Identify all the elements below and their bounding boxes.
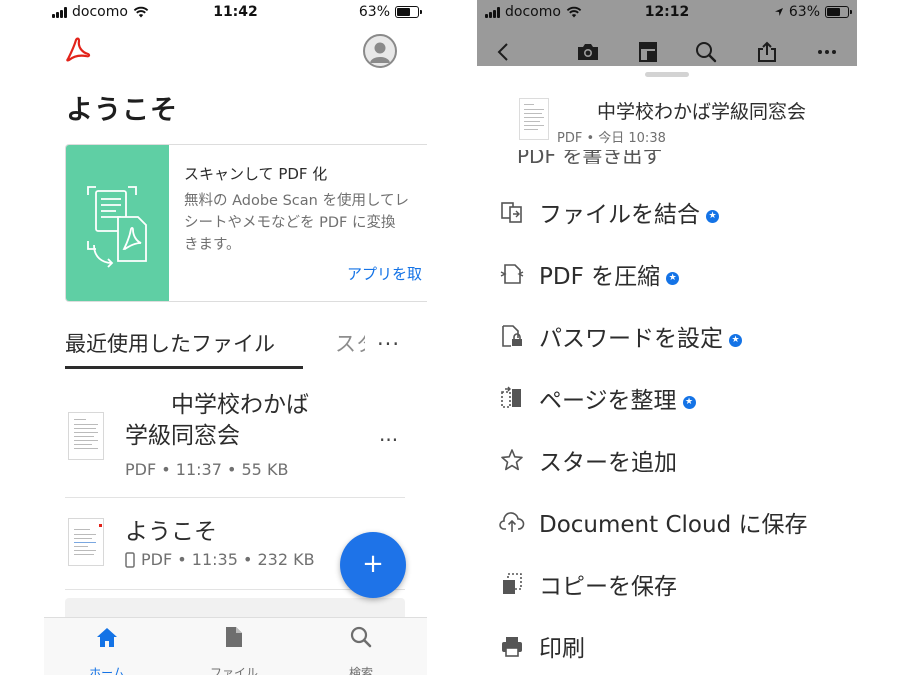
more-icon: [818, 50, 836, 54]
status-bar: docomo 11:42 63%: [44, 0, 427, 24]
cloud-upload-icon: [499, 512, 525, 532]
file-meta: PDF • 11:35 • 232 KB: [125, 550, 315, 569]
menu-item-save-to-cloud[interactable]: Document Cloud に保存: [497, 502, 837, 542]
nav-home[interactable]: ホーム: [62, 626, 152, 675]
menu-item-partial[interactable]: PDF を書き出す: [497, 150, 837, 164]
battery-percent: 63%: [358, 4, 390, 20]
premium-badge-icon: ★: [682, 395, 696, 409]
user-avatar-icon: [370, 42, 390, 63]
menu-item-print[interactable]: 印刷: [497, 626, 837, 666]
menu-item-label: PDF を圧縮: [539, 264, 661, 290]
camera-icon: [578, 44, 598, 60]
battery: 63%: [774, 4, 852, 20]
nav-files[interactable]: ファイル: [189, 626, 279, 675]
file-name: 中学校わかば 学級同窓会: [125, 392, 309, 449]
tab-recent-files[interactable]: 最近使用したファイル: [65, 328, 275, 358]
location-arrow-icon: [774, 8, 783, 16]
menu-item-label: ファイルを結合: [539, 202, 700, 228]
scan-promo-card[interactable]: スキャンして PDF 化 無料の Adobe Scan を使用してレ シートやメ…: [65, 144, 427, 302]
share-icon: [758, 41, 776, 62]
back-button[interactable]: [489, 38, 517, 66]
tabs-more-button[interactable]: ...: [377, 326, 400, 350]
battery: 63%: [358, 4, 422, 20]
get-app-link[interactable]: アプリを取: [347, 263, 422, 284]
nav-search[interactable]: 検索: [316, 626, 406, 675]
menu-item-combine-files[interactable]: ファイルを結合 ★: [497, 192, 837, 232]
menu-item-label: コピーを保存: [539, 574, 677, 600]
compress-pdf-icon: [500, 264, 524, 284]
set-password-icon: [502, 325, 522, 347]
more-button[interactable]: [813, 38, 841, 66]
file-thumbnail: [68, 518, 104, 566]
premium-badge-icon: ★: [666, 271, 680, 285]
camera-button[interactable]: [574, 38, 602, 66]
document-actions-screen: docomo 12:12 63% 中学校わかば学級同窓会 PDF • 今日 10…: [477, 0, 857, 675]
avatar[interactable]: [363, 34, 397, 68]
menu-item-set-password[interactable]: パスワードを設定 ★: [497, 316, 837, 356]
menu-item-label: パスワードを設定: [539, 326, 723, 352]
panel-icon: [639, 42, 657, 62]
file-thumbnail: [68, 412, 104, 460]
document-thumbnail: [519, 98, 549, 140]
star-icon: [501, 449, 523, 471]
scan-to-pdf-icon: [87, 186, 147, 268]
document-title: 中学校わかば学級同窓会: [597, 101, 807, 123]
home-screen: docomo 11:42 63% ようこそ スキャンして PDF 化 無料の A…: [44, 0, 427, 675]
file-icon: [226, 627, 242, 647]
bottom-nav: ホーム ファイル 検索: [44, 617, 427, 675]
file-more-button[interactable]: ...: [379, 422, 398, 446]
scan-card-title: スキャンして PDF 化: [184, 165, 328, 183]
battery-icon: [395, 6, 422, 18]
list-item[interactable]: 中学校わかば 学級同窓会 PDF • 11:37 • 55 KB ...: [65, 388, 405, 498]
file-tabs: 最近使用したファイル スター ...: [65, 322, 427, 372]
menu-item-organize-pages[interactable]: ページを整理 ★: [497, 378, 837, 418]
file-meta-text: PDF • 11:35 • 232 KB: [141, 550, 315, 569]
actions-sheet: 中学校わかば学級同窓会 PDF • 今日 10:38 PDF を書き出す ファイ…: [477, 66, 857, 675]
search-icon: [696, 42, 717, 63]
battery-icon: [825, 6, 852, 18]
scan-illustration: [66, 145, 169, 301]
menu-item-label: ページを整理: [539, 388, 677, 414]
chevron-left-icon: [497, 43, 508, 61]
status-bar: docomo 12:12 63%: [477, 0, 857, 24]
tab-starred[interactable]: スター: [335, 328, 365, 358]
home-icon: [97, 628, 117, 647]
acrobat-logo-icon: [66, 37, 91, 62]
file-name: ようこそ: [125, 519, 217, 545]
menu-item-compress-pdf[interactable]: PDF を圧縮 ★: [497, 254, 837, 294]
save-copy-icon: [503, 573, 522, 594]
premium-badge-icon: ★: [729, 333, 742, 347]
menu-item-label: スターを追加: [539, 450, 677, 476]
battery-percent: 63%: [788, 4, 820, 20]
viewer-toolbar: [477, 38, 857, 66]
menu-item-save-copy[interactable]: コピーを保存: [497, 564, 837, 604]
nav-home-label: ホーム: [89, 666, 125, 675]
menu-item-partial-label: PDF を書き出す: [517, 150, 663, 164]
combine-files-icon: [501, 202, 522, 223]
print-icon: [502, 637, 522, 657]
nav-files-label: ファイル: [209, 666, 258, 675]
panel-button[interactable]: [634, 38, 662, 66]
share-button[interactable]: [753, 38, 781, 66]
document-meta: PDF • 今日 10:38: [557, 131, 666, 146]
mobile-device-icon: [125, 551, 135, 568]
tab-active-indicator: [65, 366, 303, 369]
menu-item-label: 印刷: [539, 636, 585, 662]
premium-badge-icon: ★: [706, 209, 719, 223]
menu-item-add-star[interactable]: スターを追加: [497, 440, 837, 480]
organize-pages-icon: [501, 386, 521, 408]
search-icon: [350, 626, 372, 648]
scan-card-description: 無料の Adobe Scan を使用してレ シートやメモなどを PDF に変換 …: [184, 193, 410, 253]
file-meta: PDF • 11:37 • 55 KB: [125, 460, 289, 479]
search-button[interactable]: [692, 38, 720, 66]
page-title: ようこそ: [66, 95, 178, 126]
nav-search-label: 検索: [348, 666, 373, 675]
menu-item-label: Document Cloud に保存: [539, 512, 808, 538]
create-fab-button[interactable]: +: [340, 532, 406, 598]
sheet-grabber[interactable]: [645, 72, 689, 77]
